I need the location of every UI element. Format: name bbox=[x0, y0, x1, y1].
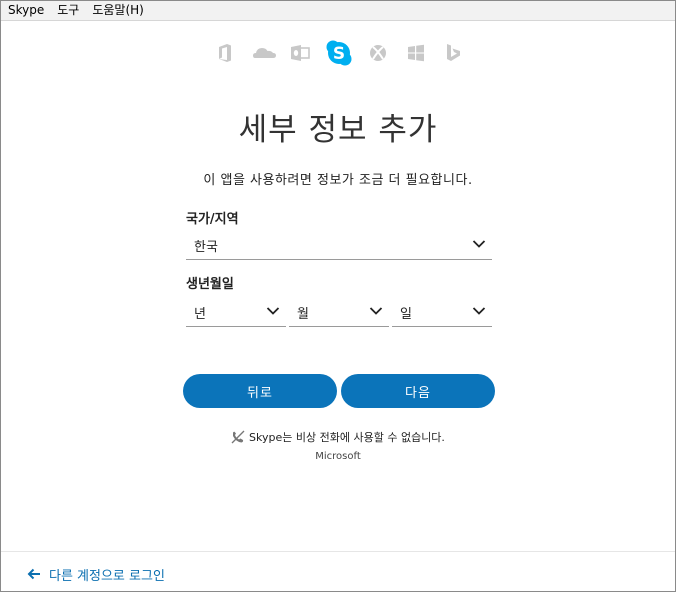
chevron-down-icon bbox=[266, 307, 280, 315]
switch-account-label: 다른 계정으로 로그인 bbox=[49, 568, 165, 584]
menu-skype[interactable]: Skype bbox=[1, 1, 50, 20]
office-icon[interactable] bbox=[210, 38, 240, 68]
day-select[interactable]: 일 bbox=[392, 297, 492, 327]
year-value: 년 bbox=[194, 307, 206, 322]
onedrive-icon[interactable] bbox=[249, 38, 279, 68]
app-switcher: S bbox=[1, 38, 675, 68]
app-window: Skype 도구 도움말(H) S 세부 정보 추가 이 앱을 사용하려면 정보… bbox=[0, 0, 676, 592]
skype-icon[interactable]: S bbox=[324, 38, 354, 68]
svg-text:S: S bbox=[333, 44, 345, 64]
menu-bar: Skype 도구 도움말(H) bbox=[1, 1, 675, 21]
chevron-down-icon bbox=[472, 240, 486, 248]
month-value: 월 bbox=[297, 307, 309, 322]
country-select[interactable]: 한국 bbox=[186, 230, 492, 260]
xbox-icon[interactable] bbox=[363, 38, 393, 68]
day-value: 일 bbox=[400, 307, 412, 322]
month-select[interactable]: 월 bbox=[289, 297, 389, 327]
menu-help[interactable]: 도움말(H) bbox=[85, 1, 150, 20]
year-select[interactable]: 년 bbox=[186, 297, 286, 327]
switch-account-link[interactable]: 다른 계정으로 로그인 bbox=[27, 564, 165, 584]
menu-tools[interactable]: 도구 bbox=[50, 1, 85, 20]
outlook-icon[interactable] bbox=[286, 38, 316, 68]
emergency-call-notice: Skype는 비상 전화에 사용할 수 없습니다. bbox=[1, 428, 675, 446]
page-subtitle: 이 앱을 사용하려면 정보가 조금 더 필요합니다. bbox=[203, 173, 473, 188]
country-label: 국가/지역 bbox=[186, 212, 239, 227]
microsoft-brand: Microsoft bbox=[315, 451, 361, 462]
birthdate-label: 생년월일 bbox=[186, 277, 234, 292]
page-title: 세부 정보 추가 bbox=[238, 112, 438, 148]
no-emergency-call-icon bbox=[231, 430, 245, 444]
chevron-down-icon bbox=[369, 307, 383, 315]
footer-divider bbox=[1, 551, 675, 552]
back-button[interactable]: 뒤로 bbox=[183, 374, 337, 408]
arrow-left-icon bbox=[27, 568, 40, 580]
bing-icon[interactable] bbox=[438, 38, 468, 68]
chevron-down-icon bbox=[472, 307, 486, 315]
windows-icon[interactable] bbox=[401, 38, 431, 68]
next-button[interactable]: 다음 bbox=[341, 374, 495, 408]
country-value: 한국 bbox=[194, 240, 218, 255]
notice-text: Skype는 비상 전화에 사용할 수 없습니다. bbox=[249, 431, 445, 444]
